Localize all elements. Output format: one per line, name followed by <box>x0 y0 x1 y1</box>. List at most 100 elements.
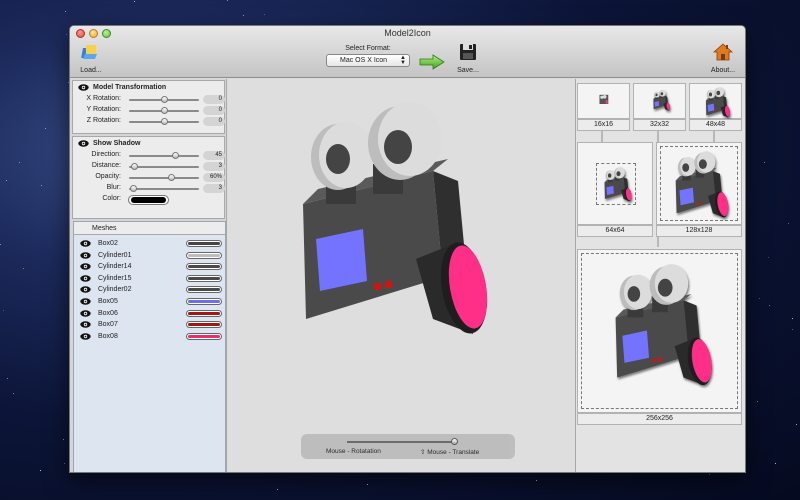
preview-256-tile[interactable] <box>577 249 742 413</box>
slider-knob[interactable] <box>171 152 179 159</box>
shadow-value[interactable]: 45 <box>203 151 225 160</box>
shadow-slider[interactable] <box>129 163 199 170</box>
visibility-eye-icon[interactable] <box>80 309 91 317</box>
mesh-color-well[interactable] <box>186 297 222 305</box>
load-icon <box>81 45 97 59</box>
star <box>45 128 47 130</box>
star <box>791 317 793 319</box>
home-icon <box>712 43 734 61</box>
mesh-row[interactable]: Cylinder02 <box>74 284 225 296</box>
preview-16-tile[interactable] <box>577 83 630 119</box>
visibility-eye-icon[interactable] <box>80 286 91 294</box>
about-button[interactable]: About... <box>706 42 740 74</box>
load-button[interactable]: Load... <box>78 42 104 74</box>
mesh-name: Cylinder14 <box>98 263 132 271</box>
icon-previews-panel: 16x16 32x32 48x48 64x64 128x128 256x256 <box>575 79 745 472</box>
rotation-value[interactable]: 0 <box>203 106 225 115</box>
save-button[interactable]: Save... <box>453 42 483 74</box>
shadow-slider[interactable] <box>129 174 199 181</box>
mesh-name: Cylinder15 <box>98 274 132 282</box>
star <box>756 401 758 403</box>
camera-button <box>699 202 702 205</box>
camera-thumbnail <box>675 151 729 218</box>
shadow-slider[interactable] <box>129 152 199 159</box>
shadow-value[interactable]: 3 <box>203 184 225 193</box>
camera-thumb-256 <box>596 260 724 390</box>
mesh-color-well[interactable] <box>186 274 222 282</box>
mesh-color-well[interactable] <box>186 240 222 247</box>
visibility-eye-icon[interactable] <box>78 84 89 91</box>
preview-64-tile[interactable] <box>577 142 653 225</box>
mesh-name: Box07 <box>98 321 118 329</box>
camera-model-render <box>675 151 729 218</box>
mesh-row[interactable]: Box02 <box>74 238 225 250</box>
shadow-row: Opacity: 60% <box>73 172 225 183</box>
visibility-eye-icon[interactable] <box>80 333 91 340</box>
mesh-color-well[interactable] <box>186 332 222 340</box>
visibility-eye-icon[interactable] <box>80 240 91 247</box>
camera-model-render <box>615 264 712 386</box>
rotation-slider[interactable] <box>129 118 199 125</box>
camera-thumbnail <box>604 167 632 202</box>
mesh-color-well[interactable] <box>186 309 222 317</box>
mesh-color-well[interactable] <box>186 286 222 294</box>
star <box>13 393 15 395</box>
mesh-row[interactable]: Box06 <box>74 308 225 320</box>
preview-32-tile[interactable] <box>633 83 686 119</box>
slider-knob[interactable] <box>161 107 168 114</box>
visibility-eye-icon[interactable] <box>78 140 89 147</box>
visibility-eye-icon[interactable] <box>80 298 91 305</box>
preview-48-tile[interactable] <box>689 83 742 119</box>
mesh-row[interactable]: Box05 <box>74 296 225 308</box>
mesh-color-well[interactable] <box>186 263 222 271</box>
shadow-value[interactable]: 60% <box>203 173 225 182</box>
slider-knob[interactable] <box>161 118 168 125</box>
mesh-row[interactable]: Box08 <box>74 331 225 343</box>
rotation-value[interactable]: 0 <box>203 95 225 104</box>
shadow-color-well[interactable] <box>128 195 169 205</box>
visibility-eye-icon[interactable] <box>80 263 91 270</box>
mesh-row[interactable]: Cylinder15 <box>74 273 225 285</box>
shadow-section: Show Shadow Direction: 45 Distance: 3 Opacit… <box>72 136 225 219</box>
mesh-row[interactable]: Cylinder01 <box>74 250 225 262</box>
shadow-value[interactable]: 3 <box>203 162 225 171</box>
preview-64-caption: 64x64 <box>577 225 653 237</box>
preview-128-tile[interactable] <box>656 142 742 225</box>
camera-thumb-32 <box>650 89 672 113</box>
hud-slider-knob[interactable] <box>450 438 458 445</box>
rotation-value[interactable]: 0 <box>203 117 225 126</box>
hud-translate-text: Mouse - Translate <box>427 449 480 456</box>
slider-knob[interactable] <box>130 163 138 170</box>
rotation-slider[interactable] <box>129 107 199 114</box>
camera-model-render <box>653 89 670 111</box>
format-select[interactable]: Mac OS X Icon ▲ ▼ <box>326 54 410 67</box>
shadow-header: Show Shadow <box>73 137 224 150</box>
rotation-label: X Rotation: <box>86 95 121 102</box>
star <box>764 162 766 164</box>
shadow-row: Distance: 3 <box>73 161 225 172</box>
mesh-row[interactable]: Box07 <box>74 319 225 331</box>
shadow-label: Opacity: <box>95 173 121 180</box>
mesh-color-swatch <box>188 299 220 303</box>
visibility-eye-icon[interactable] <box>80 251 91 259</box>
slider-knob[interactable] <box>129 185 137 192</box>
mesh-color-well[interactable] <box>186 251 222 259</box>
camera-screen <box>679 187 694 206</box>
camera-button <box>660 105 662 107</box>
slider-knob[interactable] <box>161 96 168 103</box>
mesh-row[interactable]: Cylinder14 <box>74 261 225 273</box>
visibility-eye-icon[interactable] <box>80 275 91 282</box>
3d-viewport[interactable]: Mouse - Rotatation ⇧ Mouse - Translate <box>228 79 574 472</box>
camera-thumbnail <box>653 89 670 111</box>
camera-thumb-64 <box>599 166 635 204</box>
rotation-slider[interactable] <box>129 96 199 103</box>
visibility-eye-icon[interactable] <box>80 321 91 328</box>
slider-knob[interactable] <box>168 174 175 181</box>
mesh-color-well[interactable] <box>186 321 222 329</box>
hud-slider[interactable] <box>347 438 458 445</box>
camera-thumb-16 <box>599 94 609 104</box>
mesh-color-swatch <box>188 253 220 257</box>
shadow-slider[interactable] <box>129 185 199 192</box>
toolbar: Model2Icon Load... Select Format: Mac OS… <box>70 26 745 78</box>
floppy-disk-icon <box>460 44 476 60</box>
